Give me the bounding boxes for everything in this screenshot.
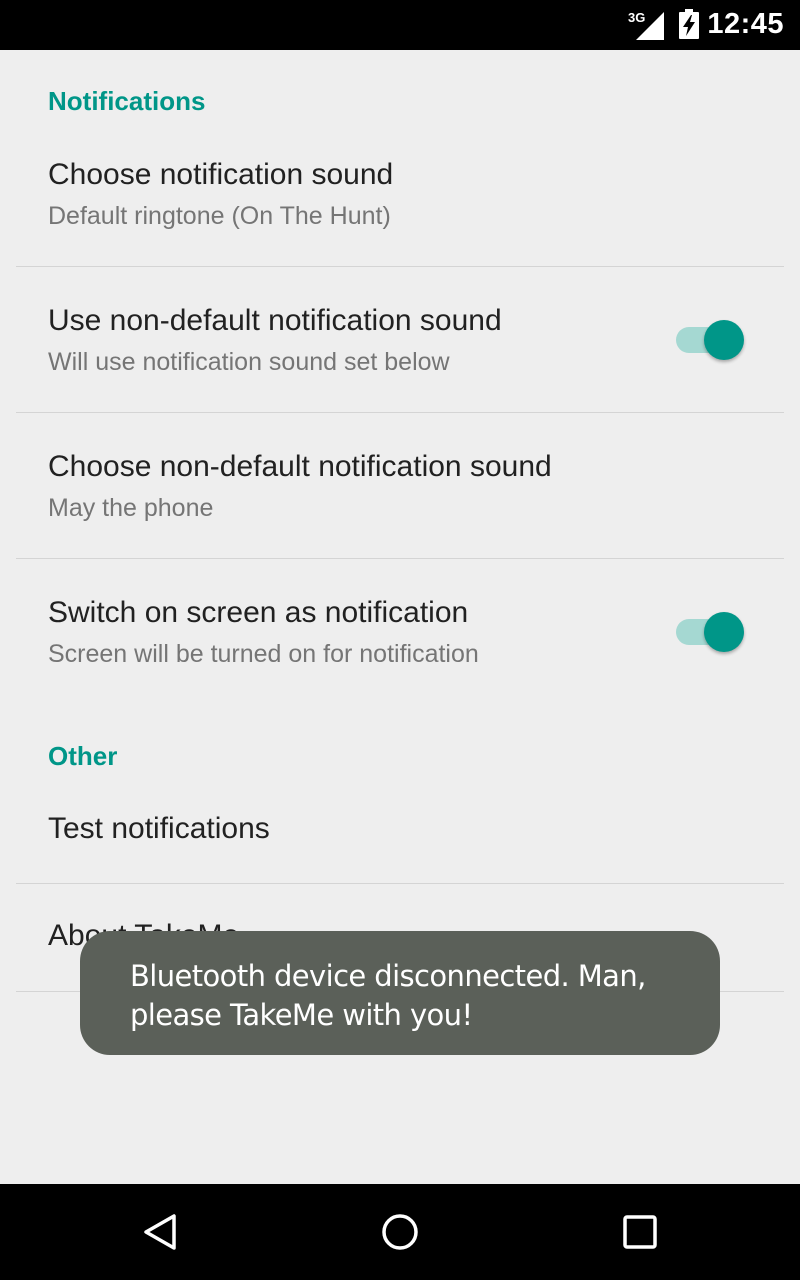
pref-summary: Screen will be turned on for notificatio… — [48, 640, 479, 668]
pref-title: Test notifications — [48, 812, 270, 845]
pref-choose-non-default-sound[interactable]: Choose non-default notification sound Ma… — [16, 432, 784, 558]
category-notifications: Notifications — [48, 86, 206, 116]
pref-title: Use non-default notification sound — [48, 304, 502, 337]
pref-summary: May the phone — [48, 494, 214, 522]
pref-title: Switch on screen as notification — [48, 596, 469, 629]
toast-message: Bluetooth device disconnected. Man, plea… — [130, 959, 646, 1032]
toast: Bluetooth device disconnected. Man, plea… — [80, 931, 720, 1055]
back-icon[interactable] — [140, 1212, 180, 1252]
switch-thumb — [704, 320, 744, 360]
screen-on-switch[interactable] — [676, 611, 746, 652]
recents-icon[interactable] — [620, 1212, 660, 1252]
pref-summary: Default ringtone (On The Hunt) — [48, 202, 391, 230]
home-icon[interactable] — [380, 1212, 420, 1252]
pref-title: Choose non-default notification sound — [48, 450, 552, 483]
cell-signal-icon — [636, 12, 664, 40]
pref-choose-notification-sound[interactable]: Choose notification sound Default ringto… — [16, 140, 784, 266]
clock: 12:45 — [707, 8, 784, 40]
divider — [16, 266, 784, 267]
divider — [16, 883, 784, 884]
settings-screen: 3G 12:45 Notifications Choose notificati… — [0, 0, 800, 1280]
pref-summary: Will use notification sound set below — [48, 348, 450, 376]
divider — [16, 412, 784, 413]
status-bar: 3G 12:45 — [0, 0, 800, 50]
pref-test-notifications[interactable]: Test notifications — [16, 790, 784, 882]
non-default-sound-switch[interactable] — [676, 319, 746, 360]
category-other: Other — [48, 741, 118, 771]
battery-charging-icon — [679, 9, 699, 39]
divider — [16, 558, 784, 559]
switch-thumb — [704, 612, 744, 652]
pref-use-non-default-sound[interactable]: Use non-default notification sound Will … — [16, 286, 784, 412]
navigation-bar — [0, 1184, 800, 1280]
pref-title: Choose notification sound — [48, 158, 394, 191]
pref-switch-on-screen[interactable]: Switch on screen as notification Screen … — [16, 578, 784, 698]
